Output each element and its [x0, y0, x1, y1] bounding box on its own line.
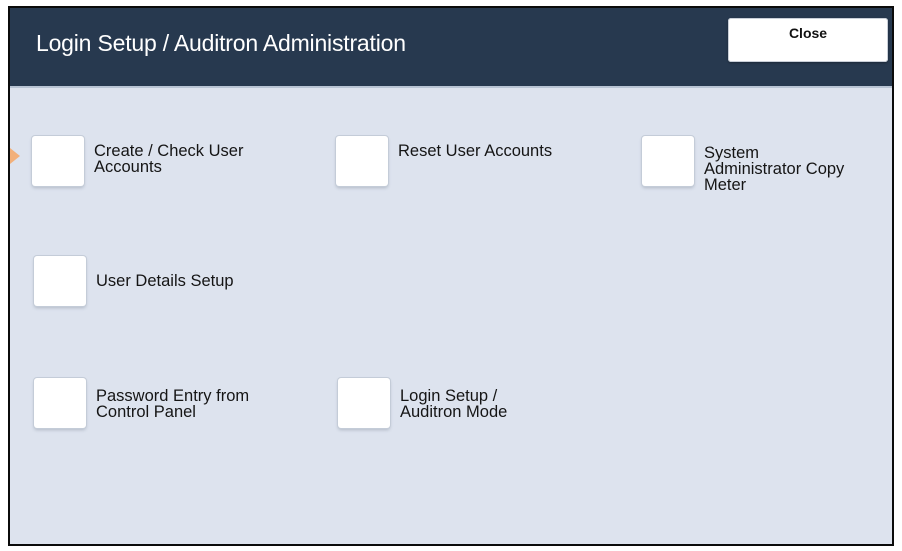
checkbox[interactable] [34, 256, 86, 306]
checkbox[interactable] [32, 136, 84, 186]
checkbox[interactable] [34, 378, 86, 428]
close-button[interactable]: Close [728, 18, 888, 62]
checkbox[interactable] [338, 378, 390, 428]
option-label: Password Entry from Control Panel [96, 387, 250, 421]
checkbox[interactable] [336, 136, 388, 186]
page-title: Login Setup / Auditron Administration [36, 30, 406, 56]
option-label: Login Setup / Auditron Mode [400, 387, 508, 421]
checkbox[interactable] [642, 136, 694, 186]
option-label: Create / Check User Accounts [94, 142, 244, 176]
option-label: System Administrator Copy Meter [704, 144, 845, 194]
option-label: Reset User Accounts [398, 142, 553, 160]
options-panel: Create / Check User Accounts Reset User … [10, 88, 892, 544]
option-label: User Details Setup [96, 272, 234, 290]
screen: Login Setup / Auditron Administration Cl… [8, 6, 894, 546]
header-bar: Login Setup / Auditron Administration Cl… [10, 8, 892, 86]
